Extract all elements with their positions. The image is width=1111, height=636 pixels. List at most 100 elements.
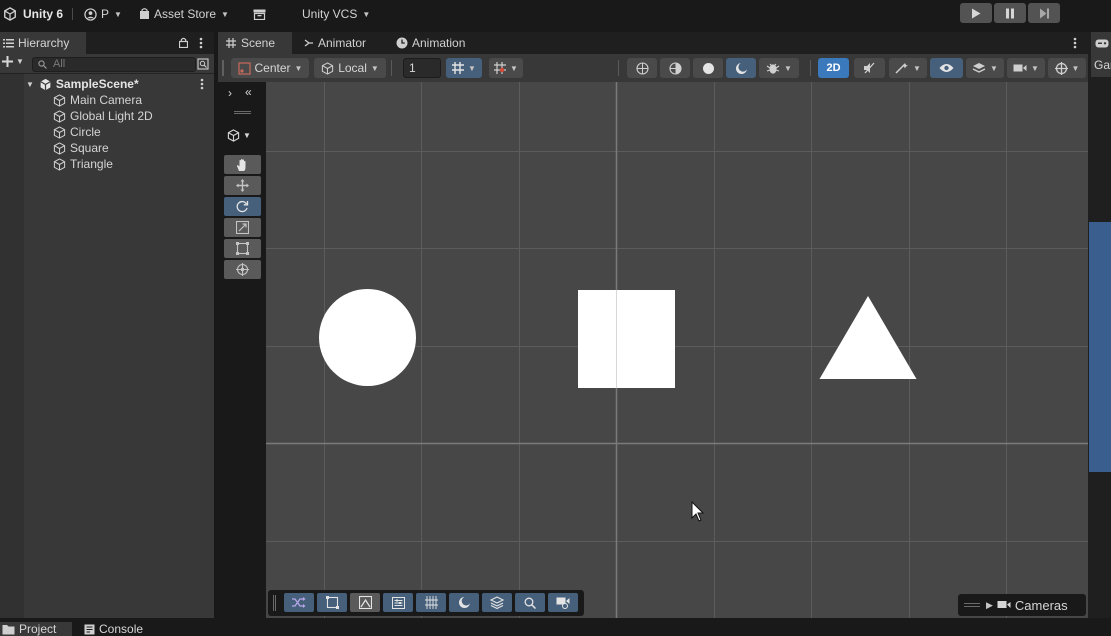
lock-icon[interactable] xyxy=(179,37,188,48)
version-control-dropdown[interactable]: Unity VCS ▼ xyxy=(302,0,370,28)
rotate-tool-button[interactable] xyxy=(224,197,261,216)
tab-label: Animator xyxy=(318,36,367,50)
incremental-snap-icon xyxy=(494,62,507,74)
hierarchy-search-input[interactable]: All xyxy=(32,57,196,72)
drag-handle[interactable] xyxy=(273,595,276,611)
triangle-sprite[interactable] xyxy=(819,296,917,379)
drag-handle[interactable] xyxy=(222,60,224,76)
game-view-scroll-region[interactable] xyxy=(1089,222,1111,472)
cloud-button[interactable] xyxy=(253,0,266,28)
tab-game[interactable]: Gar xyxy=(1091,32,1111,77)
snap-increment-input[interactable]: 1 xyxy=(403,58,441,78)
gamepad-icon xyxy=(1095,39,1109,48)
gameobject-cube-icon xyxy=(53,141,66,155)
orientation-overlay-button[interactable] xyxy=(284,593,314,612)
list-icon xyxy=(3,38,14,47)
layers-overlay-button[interactable] xyxy=(482,593,512,612)
move-arrows-icon xyxy=(236,179,249,192)
tab-console[interactable]: Console xyxy=(84,622,143,636)
scene-visibility-toggle[interactable] xyxy=(930,58,963,78)
search-overlay-button[interactable] xyxy=(515,593,545,612)
hierarchy-item-triangle[interactable]: Triangle xyxy=(53,156,113,172)
wireframe-toggle[interactable] xyxy=(627,58,657,78)
play-button[interactable] xyxy=(960,3,992,23)
audio-toggle[interactable] xyxy=(854,58,885,78)
settings-overlay-button[interactable] xyxy=(383,593,413,612)
shaded-wireframe-toggle[interactable] xyxy=(660,58,690,78)
tab-scene[interactable]: Scene xyxy=(218,32,292,54)
tool-context-dropdown[interactable]: ▼ xyxy=(227,129,251,142)
step-forward-icon xyxy=(1039,8,1049,18)
pivot-label: Center xyxy=(254,61,291,75)
sprite-shape-icon xyxy=(358,596,372,609)
chevron-down-icon: ▼ xyxy=(16,57,24,66)
effects-icon xyxy=(895,63,909,74)
search-icon xyxy=(524,597,536,609)
effects-dropdown[interactable]: ▼ xyxy=(889,58,927,78)
search-options-icon[interactable] xyxy=(197,58,209,70)
kebab-menu-icon[interactable] xyxy=(1073,37,1077,49)
pause-button[interactable] xyxy=(994,3,1026,23)
circle-sprite[interactable] xyxy=(319,289,416,386)
kebab-menu-icon[interactable] xyxy=(200,78,204,90)
shaded-toggle[interactable] xyxy=(693,58,723,78)
collapse-overlay-button[interactable]: « xyxy=(245,85,252,99)
hierarchy-item-circle[interactable]: Circle xyxy=(53,124,101,140)
rect-overlay-button[interactable] xyxy=(317,593,347,612)
camera-icon xyxy=(997,601,1011,608)
incremental-snap-dropdown[interactable]: ▼ xyxy=(489,58,523,78)
debug-draw-dropdown[interactable]: ▼ xyxy=(759,58,799,78)
pivot-center-dropdown[interactable]: Center ▼ xyxy=(231,58,309,78)
hierarchy-item-label: Global Light 2D xyxy=(70,109,153,123)
scene-row[interactable]: ▼ SampleScene* xyxy=(26,76,214,92)
scene-name: SampleScene* xyxy=(55,77,139,91)
scale-tool-button[interactable] xyxy=(224,218,261,237)
unity-menu[interactable]: Unity 6 xyxy=(3,0,63,28)
space-local-dropdown[interactable]: Local ▼ xyxy=(314,58,386,78)
pause-icon xyxy=(1006,8,1014,18)
camera-settings-dropdown[interactable]: ▼ xyxy=(1007,58,1045,78)
tab-hierarchy[interactable]: Hierarchy xyxy=(0,32,86,54)
mode-2d-toggle[interactable]: 2D xyxy=(818,58,849,78)
gizmos-dropdown[interactable]: ▼ xyxy=(1048,58,1086,78)
tab-animator[interactable]: Animator xyxy=(304,32,366,54)
camera-preview-icon xyxy=(556,597,570,609)
drag-handle[interactable] xyxy=(234,111,251,114)
expand-arrow-icon[interactable]: ▼ xyxy=(26,80,34,89)
hierarchy-item-square[interactable]: Square xyxy=(53,140,109,156)
separator xyxy=(391,60,392,76)
layers-dropdown[interactable]: ▼ xyxy=(966,58,1004,78)
scene-viewport[interactable]: › « ▼ ▶ Cameras xyxy=(218,82,1088,618)
grid-overlay-button[interactable] xyxy=(416,593,446,612)
tab-project[interactable]: Project xyxy=(0,622,72,636)
transform-tool-button[interactable] xyxy=(224,260,261,279)
tab-animation[interactable]: Animation xyxy=(396,32,465,54)
expand-overlay-button[interactable]: › xyxy=(228,86,232,100)
create-dropdown[interactable]: ▼ xyxy=(2,56,24,67)
account-dropdown[interactable]: P ▼ xyxy=(84,0,122,28)
square-sprite[interactable] xyxy=(578,290,675,388)
drag-handle[interactable] xyxy=(964,603,980,607)
cameras-overlay[interactable]: ▶ Cameras xyxy=(958,594,1086,616)
chevron-down-icon: ▼ xyxy=(362,9,371,19)
tab-label: Gar xyxy=(1094,58,1111,72)
lighting-overlay-button[interactable] xyxy=(449,593,479,612)
tab-label: Animation xyxy=(412,36,466,50)
hierarchy-item-global-light-2d[interactable]: Global Light 2D xyxy=(53,108,153,124)
lighting-toggle[interactable] xyxy=(726,58,756,78)
camera-overlay-button[interactable] xyxy=(548,593,578,612)
sliders-icon xyxy=(391,596,405,609)
kebab-menu-icon[interactable] xyxy=(199,37,203,49)
step-button[interactable] xyxy=(1028,3,1060,23)
moon-icon xyxy=(458,596,471,608)
expand-arrow-icon[interactable]: ▶ xyxy=(986,600,993,611)
move-tool-button[interactable] xyxy=(224,176,261,195)
shaded-wireframe-icon xyxy=(668,61,682,75)
sprite-overlay-button[interactable] xyxy=(350,593,380,612)
asset-store-dropdown[interactable]: Asset Store ▼ xyxy=(139,0,229,28)
hierarchy-item-main-camera[interactable]: Main Camera xyxy=(53,92,142,108)
hand-tool-button[interactable] xyxy=(224,155,261,174)
transform-gizmo-icon xyxy=(236,263,249,276)
grid-snapping-toggle[interactable]: ▼ xyxy=(446,58,482,78)
rect-tool-button[interactable] xyxy=(224,239,261,258)
